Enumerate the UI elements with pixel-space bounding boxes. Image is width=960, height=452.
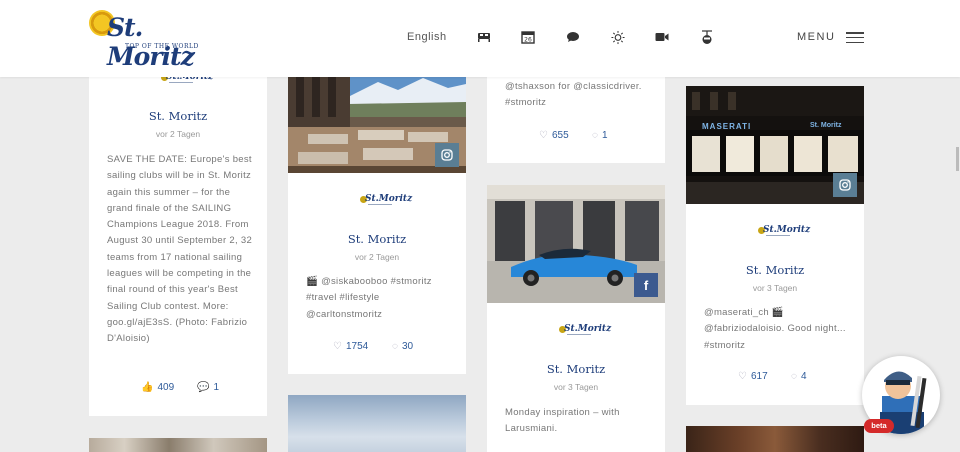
post-photo[interactable]: f (487, 185, 665, 303)
like-count[interactable]: ♡ 655 (539, 130, 569, 141)
post-time: vor 3 Tagen (553, 382, 599, 392)
logo-wordmark: St. Moritz (107, 13, 195, 71)
post-photo[interactable] (288, 395, 466, 452)
scrollbar-thumb[interactable] (956, 147, 959, 171)
shop-sign: MASERATI (702, 122, 752, 131)
likes-value: 655 (551, 130, 569, 141)
instagram-icon[interactable] (435, 143, 459, 167)
chat-icon[interactable] (566, 30, 580, 44)
st-moritz-mini-logo: St.Moritz (758, 225, 810, 239)
post-photo[interactable] (686, 426, 864, 452)
likes-value: 1754 (345, 341, 369, 352)
post-text: 🎬 @siskabooboo #stmoritz #travel #lifest… (306, 276, 432, 320)
comment-icon: ◌ (392, 341, 398, 352)
likes-value: 617 (750, 371, 768, 382)
post-author[interactable]: St. Moritz (686, 263, 864, 277)
beta-badge: beta (864, 419, 894, 433)
comment-icon: ◌ (791, 371, 797, 382)
menu-button-label[interactable]: MENU (797, 31, 835, 43)
post-photo[interactable] (288, 72, 466, 173)
calendar-icon[interactable]: 26 (521, 30, 535, 44)
social-post-card[interactable] (89, 438, 267, 452)
site-header: St. Moritz TOP OF THE WORLD English 26 M… (0, 0, 960, 77)
instagram-icon[interactable] (833, 173, 857, 197)
post-author[interactable]: St. Moritz (89, 109, 267, 123)
social-post-card[interactable]: MASERATI St. Moritz St.Moritz St. Moritz… (686, 86, 864, 405)
post-time: vor 2 Tagen (354, 252, 400, 262)
comment-count[interactable]: 💬 1 (197, 382, 219, 393)
heart-icon: ♡ (333, 341, 342, 352)
like-count[interactable]: ♡ 617 (738, 371, 768, 382)
svg-text:26: 26 (524, 37, 532, 44)
video-icon[interactable] (655, 30, 669, 44)
social-post-card[interactable]: St.Moritz St. Moritz vor 2 Tagen SAVE TH… (89, 55, 267, 416)
post-text: Monday inspiration – with Larusmiani. (505, 407, 620, 435)
post-author[interactable]: St. Moritz (288, 232, 466, 246)
st-moritz-logo[interactable]: St. Moritz TOP OF THE WORLD (89, 10, 201, 71)
likes-value: 409 (157, 382, 175, 393)
bed-icon[interactable] (477, 30, 491, 44)
post-text: @tshaxson for @classicdriver. #stmoritz (505, 81, 642, 109)
comments-value: 1 (213, 382, 220, 393)
like-count[interactable]: ♡ 1754 (333, 341, 368, 352)
comments-value: 4 (800, 371, 807, 382)
post-text: @maserati_ch 🎬 @fabriziodaloisio. Good n… (704, 307, 846, 351)
post-author[interactable]: St. Moritz (487, 362, 665, 376)
comment-count[interactable]: ◌ 4 (791, 371, 807, 382)
comments-value: 1 (601, 130, 608, 141)
post-time: vor 2 Tagen (155, 129, 201, 139)
comment-icon: ◌ (592, 130, 598, 141)
sun-icon[interactable] (611, 30, 625, 44)
comment-count[interactable]: ◌ 30 (392, 341, 413, 352)
social-post-card[interactable]: St.Moritz St. Moritz vor 2 Tagen 🎬 @sisk… (288, 72, 466, 374)
comment-icon: 💬 (197, 382, 210, 393)
st-moritz-mini-logo: St.Moritz (360, 194, 412, 208)
heart-icon: ♡ (539, 130, 548, 141)
heart-icon: ♡ (738, 371, 747, 382)
language-selector[interactable]: English (407, 31, 447, 43)
lift-icon[interactable] (700, 29, 714, 44)
social-post-card[interactable]: f St.Moritz St. Moritz vor 3 Tagen Monda… (487, 185, 665, 452)
comment-count[interactable]: ◌ 1 (592, 130, 608, 141)
facebook-icon[interactable]: f (634, 273, 658, 297)
shop-sign: St. Moritz (810, 122, 842, 129)
social-post-card[interactable] (288, 395, 466, 452)
post-photo[interactable]: MASERATI St. Moritz (686, 86, 864, 204)
post-photo[interactable] (89, 438, 267, 452)
thumbs-up-icon: 👍 (141, 382, 154, 393)
like-count[interactable]: 👍 409 (141, 382, 174, 393)
social-post-card[interactable] (686, 426, 864, 452)
post-text: SAVE THE DATE: Europe's best sailing clu… (107, 154, 253, 345)
st-moritz-mini-logo: St.Moritz (559, 324, 611, 338)
post-time: vor 3 Tagen (752, 283, 798, 293)
logo-tagline: TOP OF THE WORLD (125, 43, 199, 50)
comments-value: 30 (401, 341, 414, 352)
hamburger-icon[interactable] (846, 32, 864, 44)
